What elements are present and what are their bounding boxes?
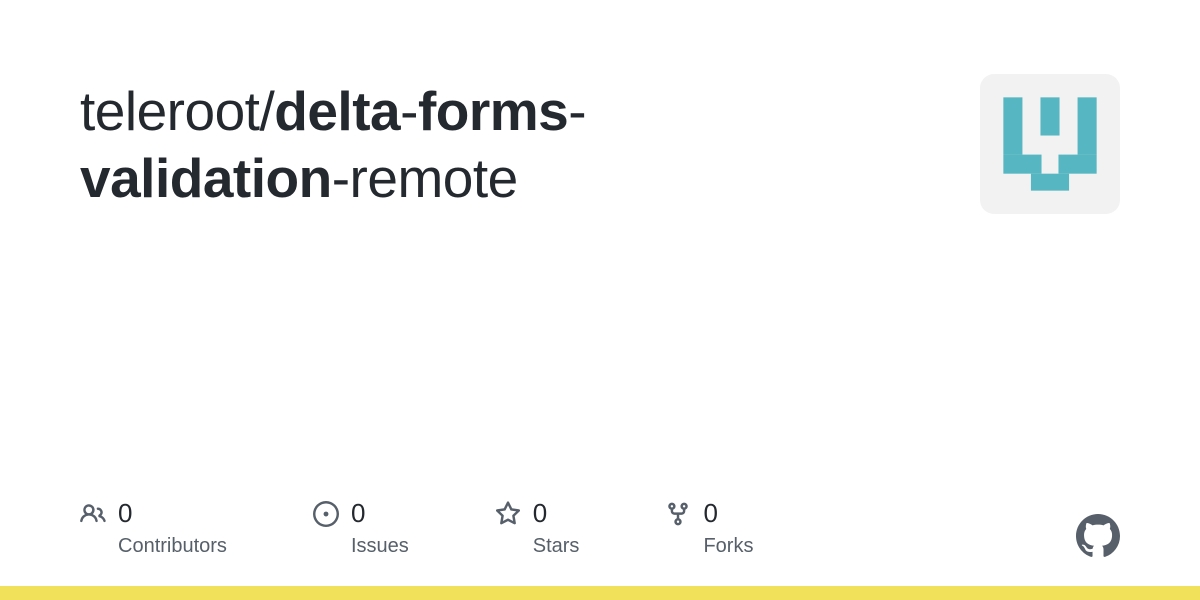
language-accent-bar <box>0 586 1200 600</box>
github-logo-icon[interactable] <box>1076 514 1120 558</box>
accent-segment <box>0 586 1200 600</box>
forks-label: Forks <box>703 535 753 558</box>
people-icon <box>80 501 106 527</box>
repo-owner[interactable]: teleroot <box>80 80 259 142</box>
issue-icon <box>313 501 339 527</box>
stars-count: 0 <box>533 498 547 529</box>
stat-stars[interactable]: 0 Stars <box>495 498 580 558</box>
repo-title: teleroot/delta-forms-validation-remote <box>80 78 840 212</box>
issues-count: 0 <box>351 498 365 529</box>
path-separator: / <box>259 80 274 142</box>
stat-forks[interactable]: 0 Forks <box>665 498 753 558</box>
repo-avatar[interactable] <box>980 74 1120 214</box>
stat-contributors[interactable]: 0 Contributors <box>80 498 227 558</box>
stars-label: Stars <box>533 535 580 558</box>
forks-count: 0 <box>703 498 717 529</box>
stat-issues[interactable]: 0 Issues <box>313 498 409 558</box>
fork-icon <box>665 501 691 527</box>
repo-stats: 0 Contributors 0 Issues 0 <box>80 498 753 558</box>
issues-label: Issues <box>351 535 409 558</box>
contributors-label: Contributors <box>118 535 227 558</box>
star-icon <box>495 501 521 527</box>
contributors-count: 0 <box>118 498 132 529</box>
avatar-identicon-icon <box>997 91 1103 197</box>
